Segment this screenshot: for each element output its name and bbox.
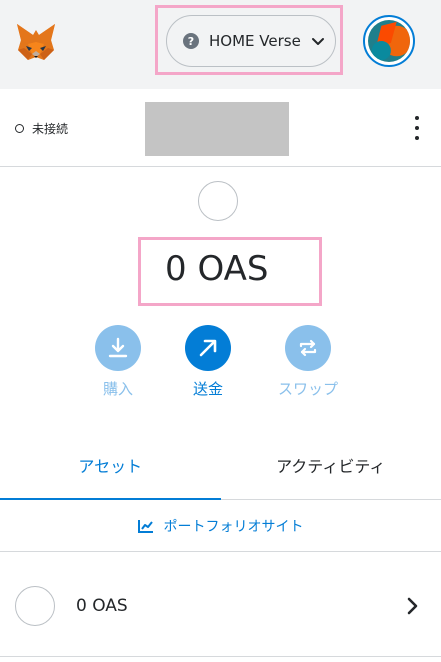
tab-assets[interactable]: アセット — [0, 430, 221, 500]
buy-label: 購入 — [102, 380, 133, 398]
question-icon: ? — [183, 33, 199, 49]
send-label: 送金 — [192, 380, 223, 398]
portfolio-link[interactable]: ポートフォリオサイト — [0, 500, 441, 552]
account-row: 未接続 — [0, 89, 441, 167]
network-label: HOME Verse — [209, 32, 301, 50]
kebab-menu-icon[interactable] — [409, 116, 425, 140]
swap-button[interactable]: スワップ — [258, 325, 358, 399]
tab-activity[interactable]: アクティビティ — [221, 430, 441, 499]
buy-button[interactable]: 購入 — [78, 325, 158, 399]
account-avatar-icon — [368, 20, 410, 62]
tab-bar: アセット アクティビティ — [0, 430, 441, 500]
download-icon — [108, 337, 128, 358]
chevron-down-icon — [311, 38, 324, 45]
app-header: ? HOME Verse — [0, 0, 441, 89]
metamask-fox-icon[interactable] — [14, 20, 58, 64]
chart-line-icon — [137, 519, 153, 533]
connection-status-label: 未接続 — [32, 122, 69, 136]
token-placeholder-icon — [15, 586, 55, 626]
portfolio-label: ポートフォリオサイト — [163, 518, 304, 535]
network-selector[interactable]: ? HOME Verse — [166, 15, 336, 67]
account-avatar[interactable] — [363, 15, 415, 67]
asset-list-item[interactable]: 0 OAS — [0, 553, 441, 657]
connection-dot-icon — [15, 124, 24, 133]
swap-icon — [299, 339, 317, 357]
asset-label: 0 OAS — [76, 596, 128, 616]
connection-status[interactable]: 未接続 — [15, 120, 68, 137]
token-placeholder-icon — [198, 181, 238, 221]
balance-amount: 0 OAS — [165, 249, 269, 289]
account-name-redacted[interactable] — [145, 102, 289, 156]
send-button[interactable]: 送金 — [168, 325, 248, 399]
arrow-up-right-icon — [199, 339, 217, 357]
chevron-right-icon — [407, 597, 418, 615]
swap-label: スワップ — [277, 380, 338, 398]
